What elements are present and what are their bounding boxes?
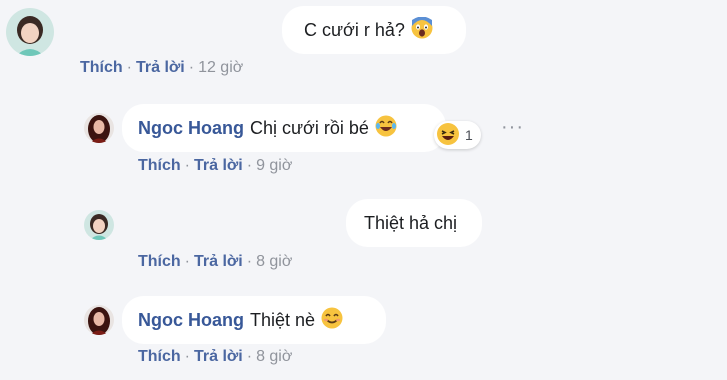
fear-face-emoji xyxy=(411,16,433,44)
commenter-avatar[interactable] xyxy=(84,210,114,240)
separator: · xyxy=(246,253,253,270)
reply-bubble: Ngoc Hoang Chị cưới rồi bé xyxy=(122,104,446,152)
author-name[interactable]: Ngoc Hoang xyxy=(138,310,244,331)
separator: · xyxy=(184,253,190,270)
like-link[interactable]: Thích xyxy=(138,157,181,174)
commenter-avatar[interactable] xyxy=(6,8,54,56)
comment-actions: Thích · Trả lời · 8 giờ xyxy=(138,253,292,271)
like-link[interactable]: Thích xyxy=(138,348,181,365)
comment-text: Thiệt nè xyxy=(250,309,316,330)
comment-text: C cưới r hả? xyxy=(304,19,405,40)
comment-text: Chị cưới rồi bé xyxy=(250,117,369,138)
separator: · xyxy=(188,59,195,76)
separator: · xyxy=(246,157,253,174)
reaction-summary[interactable]: 1 xyxy=(434,121,481,149)
reply-link[interactable]: Trả lời xyxy=(136,59,185,76)
smiling-face-emoji xyxy=(321,307,343,334)
reply-link[interactable]: Trả lời xyxy=(194,348,243,365)
more-options-icon[interactable]: ··· xyxy=(501,117,524,137)
separator: · xyxy=(246,348,253,365)
comment-thread: C cưới r hả? Thích · Trả lời · 12 giờ Ngoc H… xyxy=(0,0,727,380)
separator: · xyxy=(126,59,132,76)
author-name[interactable]: Ngoc Hoang xyxy=(138,118,244,139)
reaction-count: 1 xyxy=(465,127,473,143)
reply-bubble: Ngoc Hoang Thiệt nè xyxy=(122,296,386,344)
comment-actions: Thích · Trả lời · 12 giờ xyxy=(80,59,243,77)
tears-of-joy-emoji xyxy=(375,115,397,142)
timestamp[interactable]: 9 giờ xyxy=(256,157,292,174)
timestamp[interactable]: 8 giờ xyxy=(256,253,292,270)
ngoc-hoang-avatar[interactable] xyxy=(84,305,114,335)
like-link[interactable]: Thích xyxy=(80,59,123,76)
reply-bubble: Thiệt hả chị xyxy=(346,199,482,247)
separator: · xyxy=(184,157,190,174)
reply-link[interactable]: Trả lời xyxy=(194,253,243,270)
haha-reaction-icon xyxy=(436,122,460,149)
comment-actions: Thích · Trả lời · 9 giờ xyxy=(138,157,292,175)
separator: · xyxy=(184,348,190,365)
reply-link[interactable]: Trả lời xyxy=(194,157,243,174)
timestamp[interactable]: 12 giờ xyxy=(198,59,243,76)
like-link[interactable]: Thích xyxy=(138,253,181,270)
comment-bubble: C cưới r hả? xyxy=(282,6,466,54)
comment-text: Thiệt hả chị xyxy=(364,212,458,233)
comment-actions: Thích · Trả lời · 8 giờ xyxy=(138,348,292,366)
ngoc-hoang-avatar[interactable] xyxy=(84,113,114,143)
timestamp[interactable]: 8 giờ xyxy=(256,348,292,365)
